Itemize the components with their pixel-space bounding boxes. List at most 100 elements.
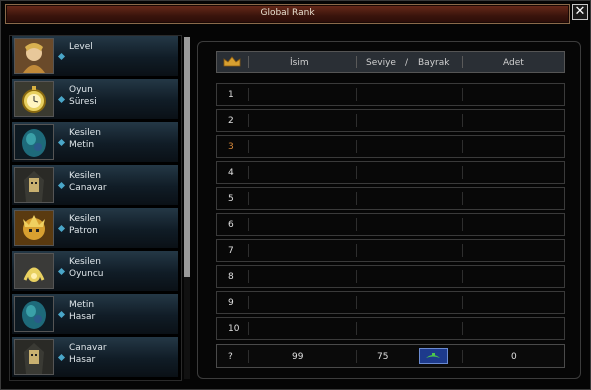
boss-icon [14,210,54,246]
row-divider [248,270,249,283]
ranking-row: 10 [216,317,565,340]
row-divider [462,140,463,153]
row-divider [248,114,249,127]
ranking-row: 5 [216,187,565,210]
row-divider [356,218,357,231]
pocket-watch-icon [14,81,54,117]
category-scrollbar[interactable] [184,37,190,379]
category-metin-hasar[interactable]: Metin Hasar [12,294,178,335]
header-flag: Bayrak [418,58,450,68]
metin-stone-icon [14,296,54,332]
row-divider [356,270,357,283]
row-divider [462,244,463,257]
category-bullet [57,310,66,319]
flag-icon [419,348,448,364]
ranking-row: 6 [216,213,565,236]
row-divider [248,166,249,179]
ranking-row: 4 [216,161,565,184]
category-kesilen-patron[interactable]: Kesilen Patron [12,208,178,249]
category-bullet [57,267,66,276]
category-bullet [57,224,66,233]
category-label: Kesilen Oyuncu [69,257,104,279]
row-divider [462,218,463,231]
row-divider [248,218,249,231]
ranking-row: 3 [216,135,565,158]
rank-number: 7 [228,246,234,256]
rank-number: 5 [228,194,234,204]
category-level[interactable]: Level [12,36,178,77]
my-rank-row: ? 99 75 0 [216,344,565,368]
row-divider [356,296,357,309]
row-divider [356,192,357,205]
row-divider [248,140,249,153]
my-level: 75 [377,352,389,362]
rank-number: 10 [228,324,240,334]
row-divider [356,244,357,257]
category-label: Kesilen Canavar [69,171,107,193]
category-oyun-suresi[interactable]: Oyun Süresi [12,79,178,120]
rank-number: 3 [228,142,234,152]
category-bullet [57,353,66,362]
header-count: Adet [503,58,524,68]
rank-number: 9 [228,298,234,308]
category-kesilen-metin[interactable]: Kesilen Metin [12,122,178,163]
rank-number: 4 [228,168,234,178]
header-slash: / [405,58,409,68]
category-canavar-hasar[interactable]: Canavar Hasar [12,337,178,378]
rank-number: 8 [228,272,234,282]
row-divider [248,244,249,257]
header-divider [248,56,249,68]
row-divider [356,88,357,101]
category-bullet [57,95,66,104]
row-divider [248,296,249,309]
header-divider [356,56,357,68]
category-list: Level Oyun Süresi Kesilen Metin Kesilen … [9,35,182,381]
player-icon [14,253,54,289]
header-divider [462,56,463,68]
row-divider [248,192,249,205]
row-divider [462,114,463,127]
category-bullet [57,52,66,61]
ranking-row: 1 [216,83,565,106]
my-name: 99 [292,352,304,362]
rank-number: 6 [228,220,234,230]
row-divider [356,140,357,153]
category-label: Kesilen Metin [69,128,101,150]
warrior-portrait-icon [14,38,54,74]
row-divider [356,114,357,127]
rank-number: 2 [228,116,234,126]
ranking-row: 2 [216,109,565,132]
monster-icon [14,339,54,375]
scroll-thumb[interactable] [184,37,190,277]
category-kesilen-oyuncu[interactable]: Kesilen Oyuncu [12,251,178,292]
row-divider [462,350,463,363]
ranking-row: 8 [216,265,565,288]
row-divider [462,192,463,205]
close-button[interactable]: ✕ [572,4,588,20]
header-level: Seviye [366,58,396,68]
row-divider [356,166,357,179]
crown-icon [223,56,241,67]
my-count: 0 [511,352,517,362]
category-bullet [57,181,66,190]
title-bar[interactable]: Global Rank [5,4,570,24]
row-divider [462,296,463,309]
my-rank: ? [228,352,233,362]
row-divider [248,88,249,101]
monster-icon [14,167,54,203]
row-divider [248,350,249,363]
category-label: Level [69,42,93,52]
window-title: Global Rank [260,8,315,18]
row-divider [356,322,357,335]
row-divider [462,270,463,283]
category-label: Kesilen Patron [69,214,101,236]
category-label: Oyun Süresi [69,85,97,107]
metin-stone-icon [14,124,54,160]
row-divider [462,88,463,101]
ranking-row: 9 [216,291,565,314]
category-bullet [57,138,66,147]
ranking-row: 7 [216,239,565,262]
category-kesilen-canavar[interactable]: Kesilen Canavar [12,165,178,206]
header-name: İsim [290,58,309,68]
rank-number: 1 [228,90,234,100]
